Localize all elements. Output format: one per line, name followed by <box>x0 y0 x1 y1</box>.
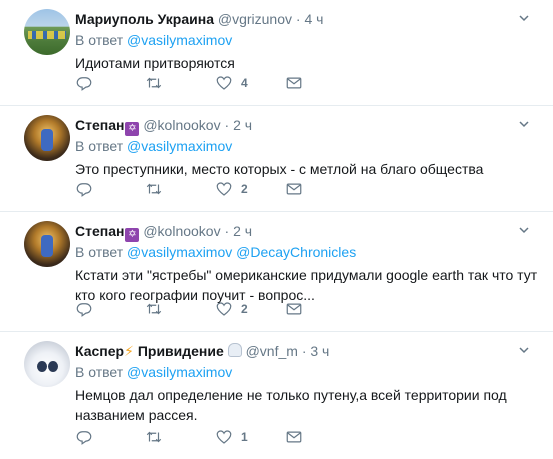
tweet-header: Степан ✡ @kolnookov · 2 ч <box>75 221 541 242</box>
timestamp[interactable]: 3 ч <box>310 343 329 359</box>
reply-mention[interactable]: @vasilymaximov <box>127 364 232 380</box>
retweet-icon <box>146 431 162 443</box>
tweet-item[interactable]: Каспер⚡ Привидение @vnf_m · 3 ч В ответ … <box>0 332 553 459</box>
like-button[interactable]: 2 <box>215 300 285 318</box>
lightning-emoji: ⚡ <box>124 343 134 359</box>
reply-button[interactable] <box>75 300 145 318</box>
tweet-actions: 2 <box>75 180 355 198</box>
tweet-header: Степан ✡ @kolnookov · 2 ч <box>75 115 541 136</box>
reply-button[interactable] <box>75 74 145 92</box>
user-handle[interactable]: @vgrizunov <box>218 11 292 27</box>
reply-context: В ответ @vasilymaximov <box>75 30 541 50</box>
like-button[interactable]: 1 <box>215 428 285 446</box>
tweet-text: Кстати эти "ястребы" омериканские придум… <box>75 267 538 303</box>
reply-mention-2[interactable]: @DecayChronicles <box>236 244 356 260</box>
avatar[interactable] <box>24 341 70 387</box>
retweet-button[interactable] <box>145 300 215 318</box>
reply-mention[interactable]: @vasilymaximov <box>127 138 232 154</box>
reply-icon <box>76 303 92 317</box>
reply-icon <box>76 431 92 445</box>
reply-prefix: В ответ <box>75 32 124 48</box>
reply-mention[interactable]: @vasilymaximov <box>127 244 232 260</box>
retweet-icon <box>146 303 162 315</box>
like-icon <box>216 182 232 196</box>
tweet-actions: 2 <box>75 300 355 318</box>
timestamp[interactable]: 4 ч <box>304 11 323 27</box>
tweet-header: Мариуполь Украина @vgrizunov · 4 ч <box>75 9 541 29</box>
tweet-actions: 4 <box>75 74 355 92</box>
message-icon <box>286 303 302 315</box>
reply-context: В ответ @vasilymaximov <box>75 136 541 156</box>
retweet-button[interactable] <box>145 74 215 92</box>
like-count: 1 <box>241 430 248 444</box>
chevron-down-icon[interactable] <box>519 226 529 234</box>
tweet-header: Каспер⚡ Привидение @vnf_m · 3 ч <box>75 341 541 361</box>
message-button[interactable] <box>285 74 355 92</box>
like-button[interactable]: 4 <box>215 74 285 92</box>
avatar[interactable] <box>24 115 70 161</box>
message-button[interactable] <box>285 300 355 318</box>
reply-button[interactable] <box>75 428 145 446</box>
user-handle[interactable]: @kolnookov <box>143 223 220 239</box>
chevron-down-icon[interactable] <box>519 14 529 22</box>
retweet-button[interactable] <box>145 428 215 446</box>
reply-context: В ответ @vasilymaximov @DecayChronicles <box>75 242 541 262</box>
user-handle[interactable]: @kolnookov <box>143 117 220 133</box>
tweet-item[interactable]: Степан ✡ @kolnookov · 2 ч В ответ @vasily… <box>0 106 553 212</box>
retweet-icon <box>146 77 162 89</box>
tweet-feed: Мариуполь Украина @vgrizunov · 4 ч В отв… <box>0 0 553 459</box>
tweet-actions: 1 <box>75 428 355 446</box>
like-count: 2 <box>241 182 248 196</box>
message-icon <box>286 431 302 443</box>
avatar[interactable] <box>24 221 70 267</box>
tweet-text: Это преступники, место которых - с метло… <box>75 161 484 177</box>
message-button[interactable] <box>285 428 355 446</box>
display-name[interactable]: Мариуполь Украина <box>75 11 214 27</box>
separator: · <box>295 11 301 27</box>
timestamp[interactable]: 2 ч <box>233 117 252 133</box>
message-icon <box>286 183 302 195</box>
like-icon <box>216 302 232 316</box>
display-name-part1: Каспер <box>75 343 125 359</box>
like-button[interactable]: 2 <box>215 180 285 198</box>
reply-icon <box>76 77 92 91</box>
like-icon <box>216 76 232 90</box>
tweet-text: Идиотами притворяются <box>75 55 235 71</box>
tweet-item[interactable]: Степан ✡ @kolnookov · 2 ч В ответ @vasily… <box>0 212 553 332</box>
chevron-down-icon[interactable] <box>519 120 529 128</box>
like-count: 2 <box>241 302 248 316</box>
separator: · <box>301 343 307 359</box>
reply-prefix: В ответ <box>75 364 124 380</box>
ghost-icon <box>227 343 242 357</box>
user-handle[interactable]: @vnf_m <box>246 343 298 359</box>
display-name[interactable]: Каспер⚡ Привидение <box>75 343 242 359</box>
display-name[interactable]: Степан <box>75 223 124 239</box>
like-icon <box>216 430 232 444</box>
retweet-button[interactable] <box>145 180 215 198</box>
separator: · <box>224 117 230 133</box>
reply-context: В ответ @vasilymaximov <box>75 362 541 382</box>
display-name-part2: Привидение <box>137 343 224 359</box>
reply-prefix: В ответ <box>75 244 124 260</box>
timestamp[interactable]: 2 ч <box>233 223 252 239</box>
message-icon <box>286 77 302 89</box>
retweet-icon <box>146 183 162 195</box>
avatar[interactable] <box>24 9 70 55</box>
reply-icon <box>76 183 92 197</box>
star-of-david-badge: ✡ <box>125 122 140 136</box>
message-button[interactable] <box>285 180 355 198</box>
display-name[interactable]: Степан <box>75 117 124 133</box>
separator: · <box>224 223 230 239</box>
like-count: 4 <box>241 76 248 90</box>
reply-button[interactable] <box>75 180 145 198</box>
star-of-david-badge: ✡ <box>125 228 140 242</box>
chevron-down-icon[interactable] <box>519 346 529 354</box>
reply-prefix: В ответ <box>75 138 124 154</box>
reply-mention[interactable]: @vasilymaximov <box>127 32 232 48</box>
tweet-text: Немцов дал определение не только путену,… <box>75 387 507 423</box>
tweet-item[interactable]: Мариуполь Украина @vgrizunov · 4 ч В отв… <box>0 0 553 106</box>
